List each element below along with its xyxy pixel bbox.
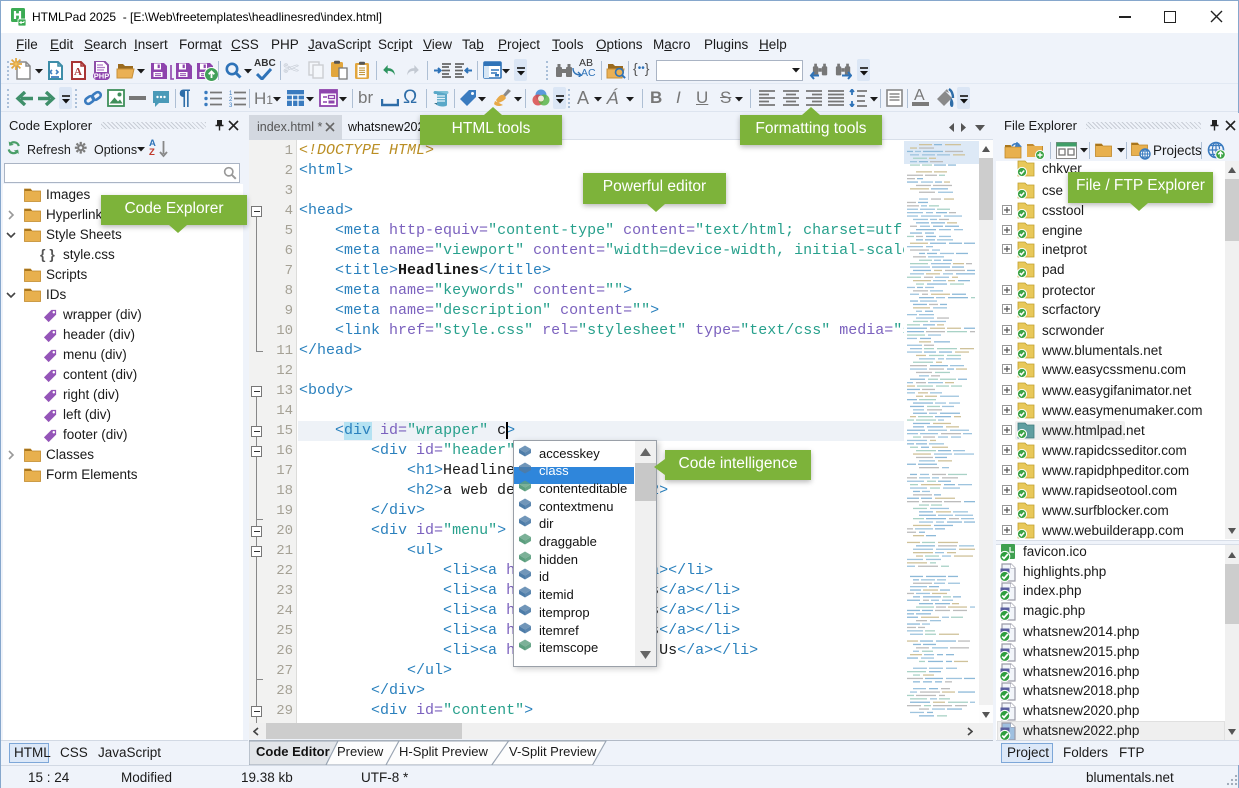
svg-text:3: 3 bbox=[229, 103, 233, 107]
